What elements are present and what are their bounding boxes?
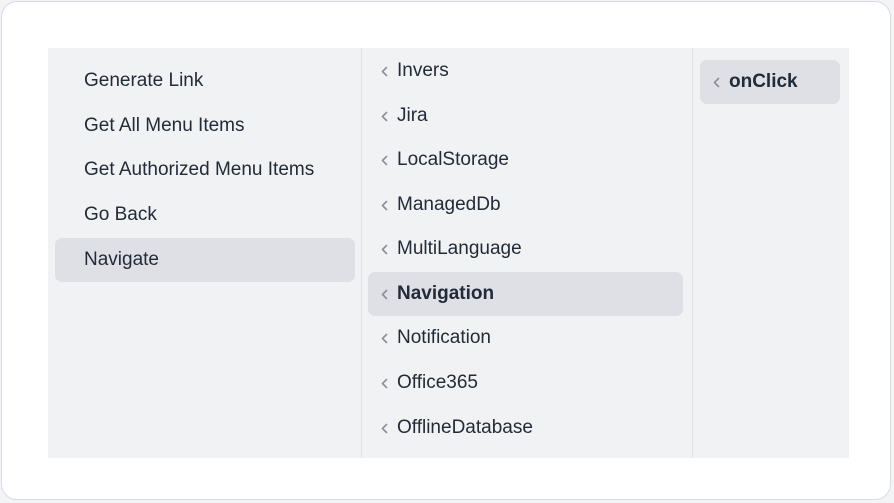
chevron-left-icon	[378, 110, 390, 122]
chevron-left-icon	[710, 76, 722, 88]
menu-item-navigation[interactable]: Navigation	[368, 272, 683, 316]
menu-item-label: Office365	[397, 372, 478, 393]
menu-item-generate-link[interactable]: Generate Link	[55, 59, 355, 103]
menu-column-modules: Invers Jira LocalStorage ManagedDb Multi…	[362, 48, 693, 458]
menu-item-multilanguage[interactable]: MultiLanguage	[368, 227, 683, 271]
menu-item-onclick[interactable]: onClick	[700, 60, 840, 104]
menu-item-go-back[interactable]: Go Back	[55, 193, 355, 237]
menu-item-offlinedatabase[interactable]: OfflineDatabase	[368, 406, 683, 450]
chevron-left-icon	[378, 288, 390, 300]
menu-item-jira[interactable]: Jira	[368, 94, 683, 138]
menu-item-label: Jira	[397, 105, 428, 126]
menu-item-get-all-menu-items[interactable]: Get All Menu Items	[55, 104, 355, 148]
menu-item-localstorage[interactable]: LocalStorage	[368, 138, 683, 182]
menu-item-get-authorized-menu-items[interactable]: Get Authorized Menu Items	[55, 148, 355, 192]
menu-item-invers[interactable]: Invers	[368, 49, 683, 93]
menu-item-label: LocalStorage	[397, 149, 509, 170]
menu-item-label: Get All Menu Items	[84, 115, 245, 136]
menu-item-label: onClick	[729, 71, 798, 92]
cascading-menu: Generate Link Get All Menu Items Get Aut…	[48, 48, 849, 458]
menu-item-label: ManagedDb	[397, 194, 501, 215]
menu-item-office365[interactable]: Office365	[368, 361, 683, 405]
menu-item-label: Go Back	[84, 204, 157, 225]
chevron-left-icon	[378, 332, 390, 344]
chevron-left-icon	[378, 199, 390, 211]
window-frame: Generate Link Get All Menu Items Get Aut…	[1, 1, 891, 500]
menu-item-label: Navigation	[397, 283, 495, 304]
menu-item-label: Get Authorized Menu Items	[84, 159, 315, 180]
chevron-left-icon	[378, 377, 390, 389]
chevron-left-icon	[378, 422, 390, 434]
menu-column-actions: Generate Link Get All Menu Items Get Aut…	[48, 48, 362, 458]
chevron-left-icon	[378, 154, 390, 166]
menu-item-manageddb[interactable]: ManagedDb	[368, 183, 683, 227]
menu-item-label: OfflineDatabase	[397, 417, 533, 438]
menu-item-navigate[interactable]: Navigate	[55, 238, 355, 282]
menu-item-label: Invers	[397, 60, 449, 81]
chevron-left-icon	[378, 65, 390, 77]
menu-item-label: Navigate	[84, 249, 159, 270]
menu-item-label: Notification	[397, 327, 491, 348]
menu-column-events: onClick	[693, 48, 847, 458]
menu-item-label: MultiLanguage	[397, 238, 522, 259]
chevron-left-icon	[378, 243, 390, 255]
menu-item-notification[interactable]: Notification	[368, 316, 683, 360]
menu-item-label: Generate Link	[84, 70, 204, 91]
